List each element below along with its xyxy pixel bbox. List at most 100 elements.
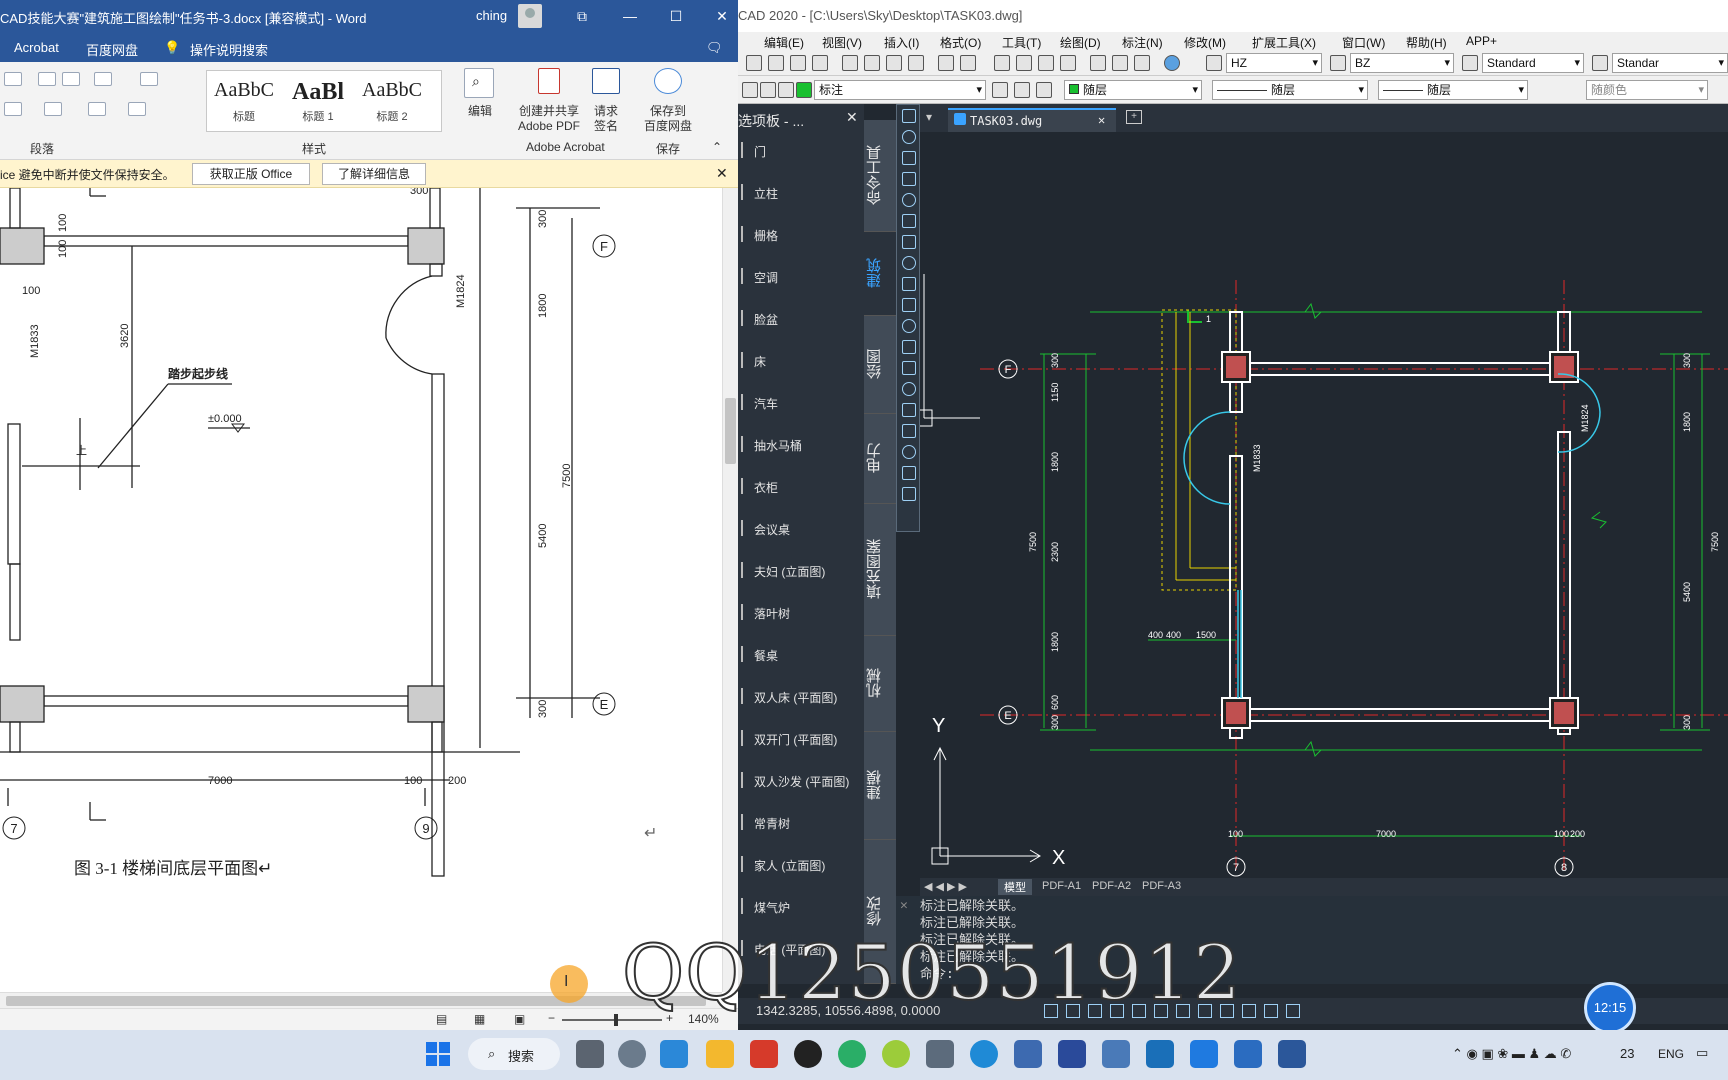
palette-item[interactable]: 脸盆 — [738, 300, 864, 338]
edge-icon[interactable] — [970, 1040, 998, 1068]
edit-label[interactable]: 编辑 — [460, 104, 500, 119]
layer-color-icon[interactable] — [796, 82, 812, 98]
layout-model-tab[interactable]: 模型 — [998, 879, 1032, 895]
palette-item[interactable]: 会议桌 — [738, 510, 864, 548]
layout-nav-icon[interactable]: ◀ ◀ ▶ ▶ — [924, 880, 967, 893]
file-explorer-icon[interactable] — [706, 1040, 734, 1068]
tab-acrobat[interactable]: Acrobat — [14, 40, 59, 55]
menu-modify[interactable]: 修改(M) — [1184, 34, 1226, 51]
tray-icons[interactable]: ⌃ ◉ ▣ ❀ ▬ ♟ ☁ ✆ — [1452, 1046, 1571, 1062]
shading-icon[interactable] — [88, 102, 106, 116]
vertical-scrollbar[interactable] — [722, 188, 738, 992]
style-heading2[interactable]: AaBbC 标题 2 — [357, 79, 427, 124]
close-tab-icon[interactable]: ✕ — [1098, 113, 1105, 127]
line-icon[interactable] — [902, 109, 916, 123]
scroll-thumb[interactable] — [725, 398, 736, 464]
language-indicator[interactable]: ENG — [1658, 1047, 1684, 1061]
close-button[interactable]: ✕ — [712, 6, 732, 26]
cut-icon[interactable] — [842, 55, 858, 71]
properties-icon[interactable] — [1090, 55, 1106, 71]
app-photos-icon[interactable] — [1190, 1040, 1218, 1068]
indent-decrease-icon[interactable] — [38, 72, 56, 86]
palette-item[interactable]: 煤气炉 — [738, 888, 864, 926]
mtext-icon[interactable] — [902, 487, 916, 501]
palette-item[interactable]: 抽水马桶 — [738, 426, 864, 464]
ptab-modeling[interactable]: 建模 — [864, 732, 896, 840]
revit-icon[interactable] — [1058, 1040, 1086, 1068]
lock-icon[interactable] — [778, 82, 794, 98]
print-icon[interactable] — [812, 55, 828, 71]
palette-item[interactable]: 衣柜 — [738, 468, 864, 506]
borders-icon[interactable] — [128, 102, 146, 116]
app-blue-icon[interactable] — [1014, 1040, 1042, 1068]
palette-item[interactable]: 空调 — [738, 258, 864, 296]
horizontal-scrollbar[interactable] — [0, 992, 722, 1008]
linetype-select[interactable]: 随层 — [1212, 80, 1368, 100]
layout-a3-tab[interactable]: PDF-A3 — [1142, 880, 1181, 892]
settings-icon[interactable] — [618, 1040, 646, 1068]
ptab-hatch[interactable]: 填充图案 — [864, 504, 896, 636]
autocad-icon[interactable] — [750, 1040, 778, 1068]
print-layout-icon[interactable]: ▦ — [474, 1012, 485, 1026]
layout-a1-tab[interactable]: PDF-A1 — [1042, 880, 1081, 892]
plotstyle-select[interactable]: 随颜色 — [1586, 80, 1708, 100]
preview-icon[interactable] — [790, 55, 806, 71]
mleader-style-icon[interactable] — [1592, 55, 1608, 71]
create-pdf-button[interactable]: 创建并共享 Adobe PDF — [510, 104, 588, 134]
ptab-architecture[interactable]: 建筑 — [864, 232, 896, 316]
palette-item[interactable]: 双开门 (平面图) — [738, 720, 864, 758]
tool-palette-icon[interactable] — [1134, 55, 1150, 71]
palette-item[interactable]: 床 — [738, 342, 864, 380]
collapse-ribbon-icon[interactable]: ⌃ — [712, 140, 722, 154]
menu-window[interactable]: 窗口(W) — [1342, 34, 1385, 51]
minimize-button[interactable]: — — [620, 6, 640, 26]
revcloud-icon[interactable] — [902, 256, 916, 270]
avatar[interactable] — [518, 4, 542, 28]
qq-icon[interactable] — [794, 1040, 822, 1068]
sun-icon[interactable] — [760, 82, 776, 98]
hscroll-thumb[interactable] — [6, 996, 706, 1006]
table-icon[interactable] — [902, 466, 916, 480]
rectangle-icon[interactable] — [902, 193, 916, 207]
ptab-commands[interactable]: 命令工具 — [864, 120, 896, 232]
block-icon[interactable] — [902, 361, 916, 375]
palette-item[interactable]: 栅格 — [738, 216, 864, 254]
save-baidu-button[interactable]: 保存到 百度网盘 — [636, 104, 700, 134]
menu-dimension[interactable]: 标注(N) — [1122, 34, 1163, 51]
menu-view[interactable]: 视图(V) — [822, 34, 862, 51]
zoom-out-icon[interactable]: − — [548, 1011, 555, 1025]
ellipse-arc-icon[interactable] — [902, 319, 916, 333]
chinese-layout-icon[interactable] — [94, 72, 112, 86]
region-icon[interactable] — [902, 445, 916, 459]
table-style-icon[interactable] — [1462, 55, 1478, 71]
zoom-window-icon[interactable] — [1038, 55, 1054, 71]
create-pdf-icon[interactable] — [538, 68, 560, 94]
windows-start-icon[interactable] — [424, 1040, 452, 1068]
line-spacing-icon[interactable] — [44, 102, 62, 116]
task-view-icon[interactable] — [576, 1040, 604, 1068]
drawing-canvas[interactable]: F E 7 8 M1824 M1833 7000 100 100 200 400… — [920, 132, 1728, 878]
calculator-icon[interactable] — [926, 1040, 954, 1068]
word-icon[interactable] — [1278, 1040, 1306, 1068]
mleader-style-select[interactable]: Standar — [1612, 53, 1728, 73]
taskbar-search[interactable]: ⌕ 搜索 — [468, 1038, 560, 1070]
align-icon[interactable] — [4, 102, 22, 116]
drawing-tab[interactable]: TASK03.dwg ✕ — [948, 108, 1116, 132]
bullets-icon[interactable] — [4, 72, 22, 86]
find-icon[interactable]: ⌕ — [464, 68, 494, 98]
hatch-icon[interactable] — [902, 403, 916, 417]
zoom-icon[interactable] — [1016, 55, 1032, 71]
palette-item[interactable]: 门 — [738, 132, 864, 170]
zoom-prev-icon[interactable] — [1060, 55, 1076, 71]
palette-item[interactable]: 汽车 — [738, 384, 864, 422]
close-message-icon[interactable]: ✕ — [716, 165, 728, 182]
arc-icon[interactable] — [902, 214, 916, 228]
cmd-close-icon[interactable]: ✕ — [900, 898, 908, 913]
app-cloud-icon[interactable] — [1146, 1040, 1174, 1068]
light-bulb-icon[interactable] — [742, 82, 758, 98]
tpy-toggle-icon[interactable] — [1242, 1004, 1256, 1018]
indent-increase-icon[interactable] — [62, 72, 80, 86]
palette-item[interactable]: 家人 (立面图) — [738, 846, 864, 884]
control-panel-icon[interactable] — [1102, 1040, 1130, 1068]
menu-edit[interactable]: 编辑(E) — [764, 34, 804, 51]
